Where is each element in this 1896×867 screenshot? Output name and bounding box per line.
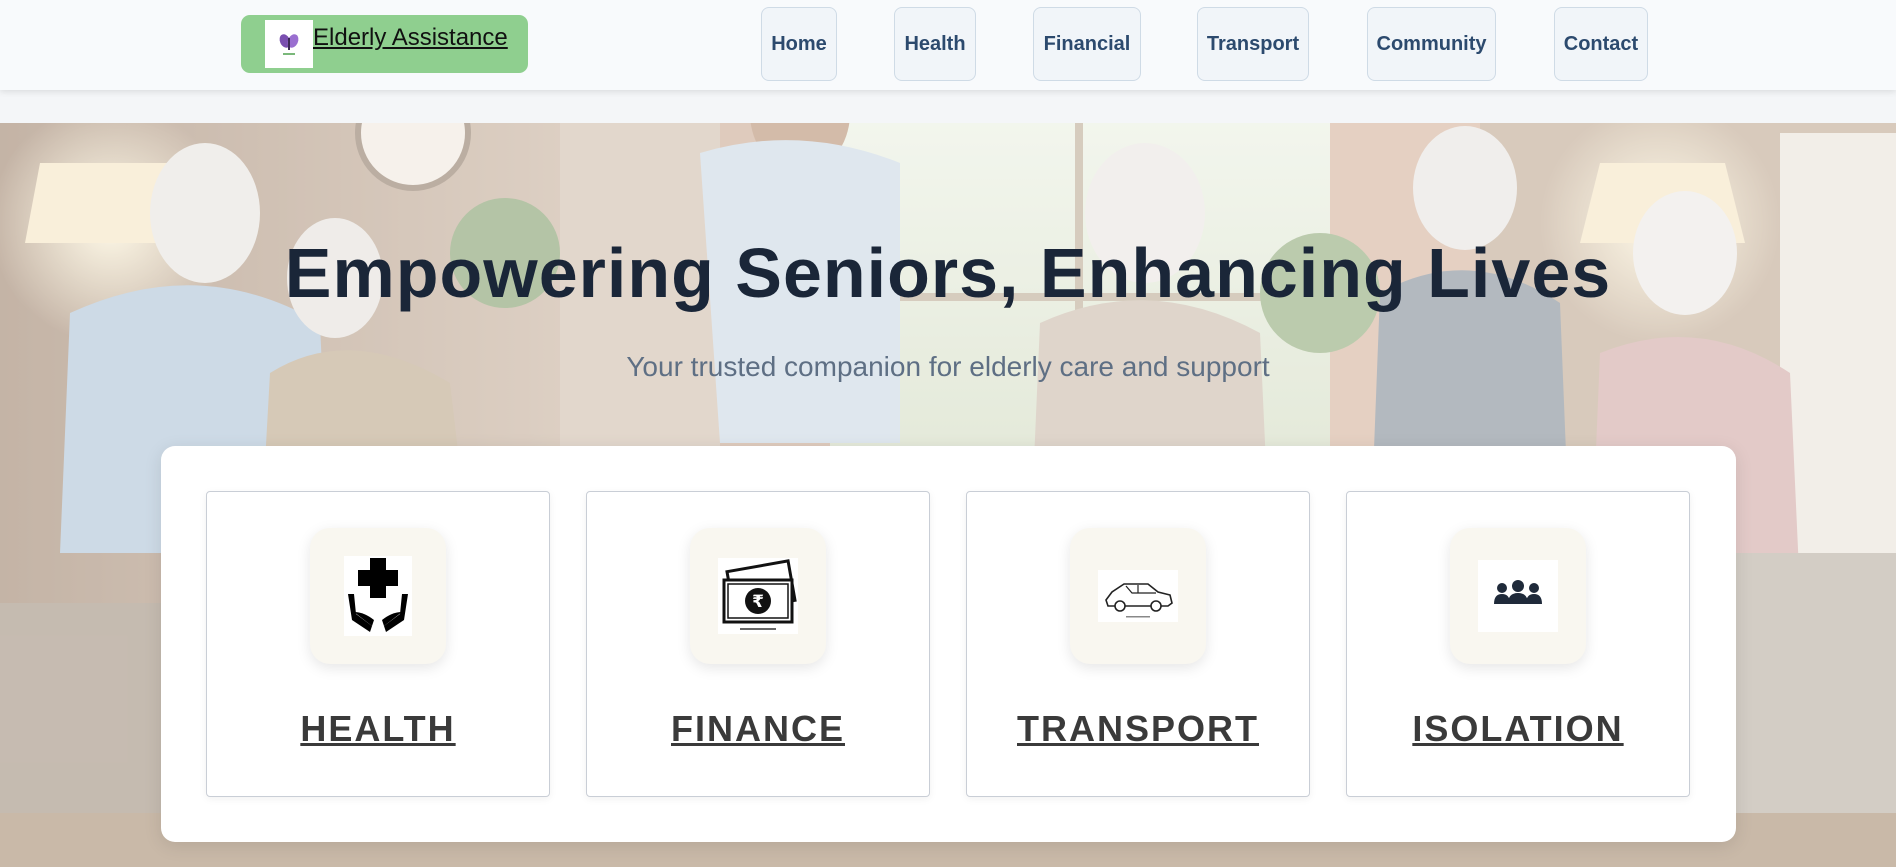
card-label: ISOLATION <box>1412 708 1624 749</box>
butterfly-logo-icon <box>265 20 313 68</box>
nav-financial-button[interactable]: Financial <box>1033 7 1141 81</box>
icon-tile: ₹ <box>690 528 826 664</box>
icon-tile <box>310 528 446 664</box>
card-label: HEALTH <box>300 708 456 749</box>
nav-health-button[interactable]: Health <box>894 7 976 81</box>
hero-subtitle: Your trusted companion for elderly care … <box>626 351 1270 382</box>
rupee-banknotes-icon: ₹ <box>718 558 798 634</box>
hero-title: Empowering Seniors, Enhancing Lives <box>284 234 1612 312</box>
icon-tile <box>1450 528 1586 664</box>
brand-link[interactable]: Elderly Assistance <box>241 15 528 73</box>
community-group-icon <box>1478 560 1558 632</box>
services-panel: HEALTH ₹ FINANCE TRANSPORT ISOLATION <box>161 446 1736 842</box>
car-icon <box>1098 570 1178 622</box>
service-card-health[interactable]: HEALTH <box>206 491 550 797</box>
top-navbar: Elderly Assistance Home Health Financial… <box>0 0 1896 90</box>
medical-cross-hands-icon <box>344 556 412 636</box>
nav-community-button[interactable]: Community <box>1367 7 1496 81</box>
service-card-isolation[interactable]: ISOLATION <box>1346 491 1690 797</box>
service-card-finance[interactable]: ₹ FINANCE <box>586 491 930 797</box>
svg-text:₹: ₹ <box>752 592 764 612</box>
icon-tile <box>1070 528 1206 664</box>
nav-contact-button[interactable]: Contact <box>1554 7 1648 81</box>
card-label: FINANCE <box>671 708 845 749</box>
nav-home-button[interactable]: Home <box>761 7 837 81</box>
brand-name: Elderly Assistance <box>313 24 508 51</box>
card-label: TRANSPORT <box>1017 708 1259 749</box>
nav-transport-button[interactable]: Transport <box>1197 7 1309 81</box>
service-card-transport[interactable]: TRANSPORT <box>966 491 1310 797</box>
